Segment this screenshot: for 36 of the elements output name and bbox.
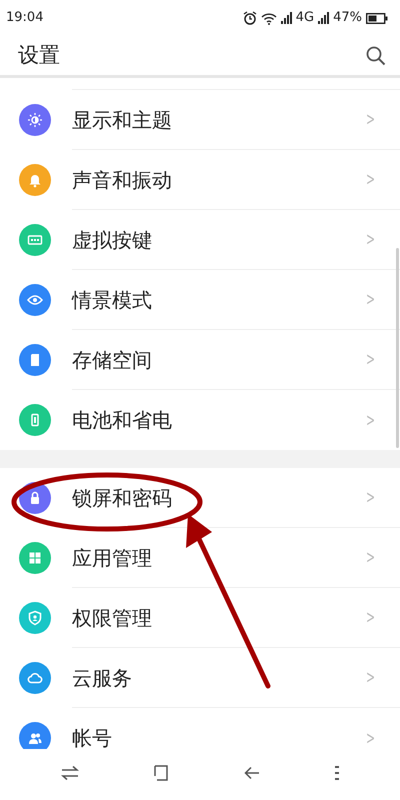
chevron-icon: > xyxy=(366,544,375,571)
chevron-icon: > xyxy=(366,166,375,193)
settings-item[interactable]: 电池和省电 xyxy=(72,405,363,435)
square-icon[interactable] xyxy=(154,765,170,781)
chevron-icon: > xyxy=(366,484,375,511)
settings-item[interactable]: 虚拟按键 xyxy=(72,224,363,254)
chevron-icon: > xyxy=(366,664,375,691)
signal-icon xyxy=(318,12,330,24)
back-icon[interactable] xyxy=(244,766,260,780)
battery-percent: 47% xyxy=(333,9,362,28)
chevron-icon: > xyxy=(366,346,375,373)
chevron-icon: > xyxy=(366,406,375,434)
settings-item[interactable]: 锁屏和密码 xyxy=(72,482,363,512)
page-title: 设置 xyxy=(18,42,60,69)
settings-item[interactable]: 情景模式 xyxy=(72,284,363,314)
chevron-icon: > xyxy=(366,604,375,631)
search-icon[interactable] xyxy=(366,46,386,66)
battery-icon xyxy=(366,12,388,24)
settings-item[interactable]: 权限管理 xyxy=(72,602,363,632)
settings-item[interactable]: 声音和振动 xyxy=(72,164,363,194)
chevron-icon: > xyxy=(366,286,375,313)
settings-item[interactable]: 显示和主题 xyxy=(72,104,363,134)
network-type: 4G xyxy=(296,9,314,28)
signal-icon xyxy=(280,12,292,24)
chevron-icon: > xyxy=(366,724,375,749)
settings-item[interactable]: 应用管理 xyxy=(72,542,363,572)
wifi-icon xyxy=(260,12,277,24)
menu-icon[interactable] xyxy=(334,765,339,781)
settings-item[interactable]: 存储空间 xyxy=(72,344,363,374)
settings-item[interactable]: 帐号 xyxy=(72,723,363,749)
settings-item[interactable]: 云服务 xyxy=(72,662,363,692)
status-time: 19:04 xyxy=(6,9,44,28)
chevron-icon: > xyxy=(366,106,375,133)
chevron-icon: > xyxy=(366,226,375,253)
alarm-icon xyxy=(242,11,257,25)
switch-icon[interactable] xyxy=(61,765,80,781)
